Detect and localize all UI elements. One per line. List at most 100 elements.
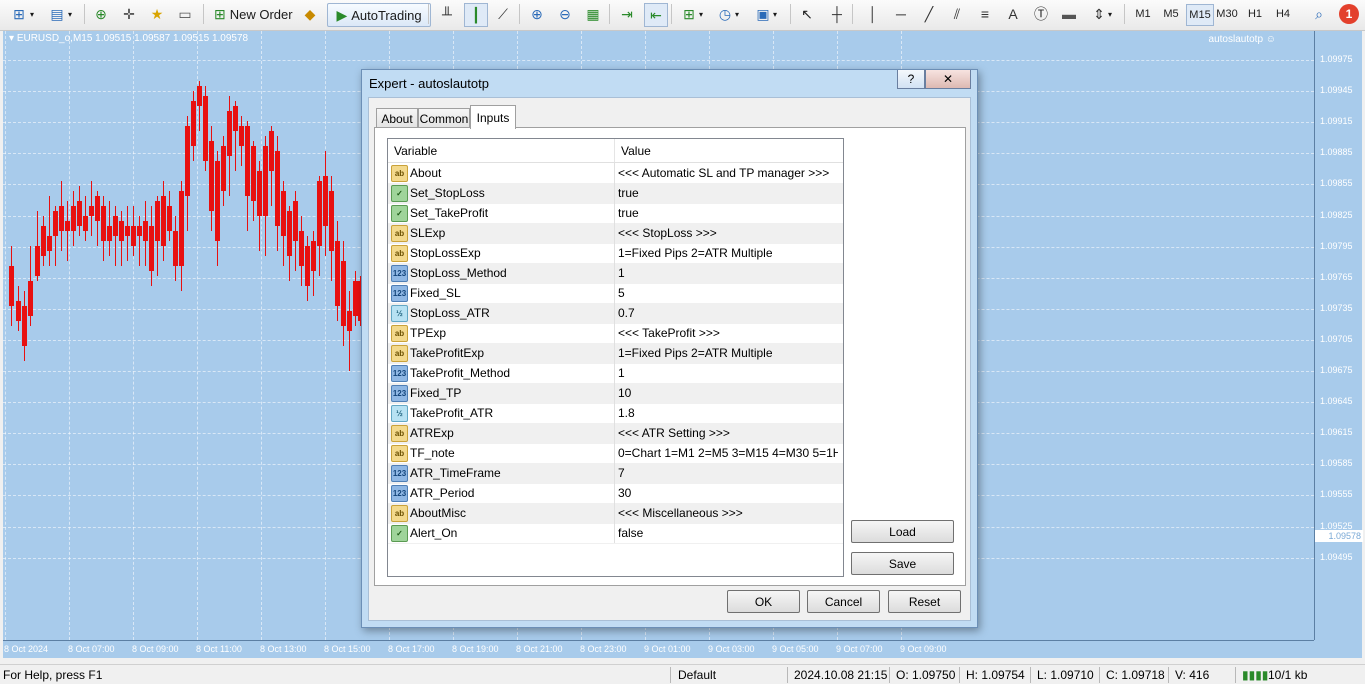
- tile-windows-icon[interactable]: ▦: [582, 3, 604, 25]
- input-row[interactable]: ab AboutMisc <<< Miscellaneous >>>: [388, 503, 843, 524]
- input-value[interactable]: 5: [618, 286, 838, 300]
- tab-about[interactable]: About: [376, 108, 418, 128]
- timeframe-m15[interactable]: M15: [1186, 4, 1214, 26]
- input-row[interactable]: ½ TakeProfit_ATR 1.8: [388, 403, 843, 424]
- input-row[interactable]: 123 StopLoss_Method 1: [388, 263, 843, 284]
- notification-badge[interactable]: 1: [1339, 4, 1359, 24]
- input-row[interactable]: ab ATRExp <<< ATR Setting >>>: [388, 423, 843, 444]
- reset-button[interactable]: Reset: [888, 590, 961, 613]
- input-value[interactable]: 30: [618, 486, 838, 500]
- horizontal-line-icon[interactable]: ─: [890, 3, 912, 25]
- input-row[interactable]: ✓ Alert_On false: [388, 523, 843, 544]
- close-button[interactable]: ✕: [925, 70, 971, 89]
- input-value[interactable]: <<< StopLoss >>>: [618, 226, 838, 240]
- input-row[interactable]: 123 ATR_Period 30: [388, 483, 843, 504]
- vertical-line-icon[interactable]: │: [862, 3, 884, 25]
- input-row[interactable]: 123 Fixed_TP 10: [388, 383, 843, 404]
- autotrading-button[interactable]: ▶ AutoTrading: [327, 3, 431, 27]
- timeframe-m1[interactable]: M1: [1130, 4, 1156, 24]
- crosshair-icon[interactable]: ┼: [826, 3, 848, 25]
- trendline-icon[interactable]: ╱: [918, 3, 940, 25]
- templates-dropdown-icon[interactable]: ▾: [773, 3, 777, 25]
- input-row[interactable]: 123 TakeProfit_Method 1: [388, 363, 843, 384]
- new-chart-dropdown-icon[interactable]: ▾: [30, 3, 34, 25]
- bar-chart-icon[interactable]: ╨: [436, 3, 458, 25]
- cursor-icon[interactable]: ↖: [796, 3, 818, 25]
- save-button[interactable]: Save: [851, 552, 954, 575]
- market-watch-icon[interactable]: ⊕: [90, 3, 112, 25]
- profiles-dropdown-icon[interactable]: ▾: [68, 3, 72, 25]
- input-value[interactable]: 1=Fixed Pips 2=ATR Multiple: [618, 346, 838, 360]
- search-icon[interactable]: ⌕: [1308, 3, 1330, 25]
- chart-collapse-icon[interactable]: ▾: [9, 33, 17, 44]
- candlestick-icon[interactable]: ┃: [464, 3, 488, 27]
- arrows-dropdown-icon[interactable]: ▾: [1108, 3, 1112, 25]
- periods-dropdown-icon[interactable]: ▾: [735, 3, 739, 25]
- input-value[interactable]: 1=Fixed Pips 2=ATR Multiple: [618, 246, 838, 260]
- metaeditor-icon[interactable]: ◆: [299, 3, 321, 25]
- timeframe-h1[interactable]: H1: [1242, 4, 1268, 24]
- rectangle-icon[interactable]: ▬: [1058, 3, 1080, 25]
- cancel-button[interactable]: Cancel: [807, 590, 880, 613]
- input-value[interactable]: 1: [618, 266, 838, 280]
- terminal-icon[interactable]: ▭: [174, 3, 196, 25]
- inputs-table[interactable]: Variable Value ab About <<< Automatic SL a…: [387, 138, 844, 577]
- zoom-in-icon[interactable]: ⊕: [526, 3, 548, 25]
- indicators-icon[interactable]: ⊞: [678, 3, 700, 25]
- input-value[interactable]: <<< Automatic SL and TP manager >>>: [618, 166, 838, 180]
- time-axis[interactable]: 8 Oct 2024 8 Oct 07:00 8 Oct 09:00 8 Oct 11…: [3, 640, 1314, 659]
- fibonacci-icon[interactable]: ≡: [974, 3, 996, 25]
- input-value[interactable]: <<< TakeProfit >>>: [618, 326, 838, 340]
- input-value[interactable]: <<< ATR Setting >>>: [618, 426, 838, 440]
- navigator-icon[interactable]: ★: [146, 3, 168, 25]
- input-row[interactable]: ✓ Set_TakeProfit true: [388, 203, 843, 224]
- equidistant-channel-icon[interactable]: ⫽: [946, 3, 968, 25]
- input-row[interactable]: 123 ATR_TimeFrame 7: [388, 463, 843, 484]
- timeframe-m30[interactable]: M30: [1214, 4, 1240, 24]
- new-order-button[interactable]: ⊞ New Order: [210, 3, 297, 25]
- input-row[interactable]: ½ StopLoss_ATR 0.7: [388, 303, 843, 324]
- periods-icon[interactable]: ◷: [714, 3, 736, 25]
- input-row[interactable]: ab StopLossExp 1=Fixed Pips 2=ATR Multiple: [388, 243, 843, 264]
- tab-common[interactable]: Common: [418, 108, 470, 128]
- new-chart-icon[interactable]: ⊞: [8, 3, 30, 25]
- input-value[interactable]: 7: [618, 466, 838, 480]
- input-value[interactable]: 1: [618, 366, 838, 380]
- input-row[interactable]: ab About <<< Automatic SL and TP manager >…: [388, 163, 843, 184]
- price-axis[interactable]: 1.09975 1.09945 1.09915 1.09885 1.09855 1.098…: [1314, 31, 1363, 640]
- help-button[interactable]: ?: [897, 70, 925, 89]
- input-value[interactable]: 10: [618, 386, 838, 400]
- text-label-icon[interactable]: Ⓣ: [1030, 3, 1052, 25]
- expert-advisor-label[interactable]: autoslautotp ☺: [1209, 34, 1276, 45]
- input-row[interactable]: ✓ Set_StopLoss true: [388, 183, 843, 204]
- tab-inputs[interactable]: Inputs: [470, 105, 516, 129]
- input-row[interactable]: ab TPExp <<< TakeProfit >>>: [388, 323, 843, 344]
- input-value[interactable]: false: [618, 526, 838, 540]
- input-row[interactable]: 123 Fixed_SL 5: [388, 283, 843, 304]
- autoscroll-icon[interactable]: ⇥: [616, 3, 638, 25]
- input-row[interactable]: ab TakeProfitExp 1=Fixed Pips 2=ATR Multip…: [388, 343, 843, 364]
- chart-shift-icon[interactable]: ⇤: [644, 3, 668, 27]
- input-row[interactable]: ab TF_note 0=Chart 1=M1 2=M5 3=M15 4=M30 5…: [388, 443, 843, 464]
- indicators-dropdown-icon[interactable]: ▾: [699, 3, 703, 25]
- line-chart-icon[interactable]: ⟋: [492, 3, 514, 25]
- zoom-out-icon[interactable]: ⊖: [554, 3, 576, 25]
- input-value[interactable]: <<< Miscellaneous >>>: [618, 506, 838, 520]
- column-header-variable[interactable]: Variable: [388, 139, 615, 162]
- timeframe-m5[interactable]: M5: [1158, 4, 1184, 24]
- input-value[interactable]: true: [618, 186, 838, 200]
- data-window-icon[interactable]: ✛: [118, 3, 140, 25]
- connection-status-icon[interactable]: ▮▮▮▮: [1242, 668, 1268, 682]
- arrows-icon[interactable]: ⇕: [1088, 3, 1110, 25]
- input-row[interactable]: ab SLExp <<< StopLoss >>>: [388, 223, 843, 244]
- input-value[interactable]: 0=Chart 1=M1 2=M5 3=M15 4=M30 5=1H 6...: [618, 446, 838, 460]
- input-value[interactable]: 0.7: [618, 306, 838, 320]
- input-value[interactable]: 1.8: [618, 406, 838, 420]
- text-icon[interactable]: A: [1002, 3, 1024, 25]
- profiles-icon[interactable]: ▤: [46, 3, 68, 25]
- templates-icon[interactable]: ▣: [752, 3, 774, 25]
- ok-button[interactable]: OK: [727, 590, 800, 613]
- column-header-value[interactable]: Value: [615, 139, 841, 162]
- timeframe-h4[interactable]: H4: [1270, 4, 1296, 24]
- load-button[interactable]: Load: [851, 520, 954, 543]
